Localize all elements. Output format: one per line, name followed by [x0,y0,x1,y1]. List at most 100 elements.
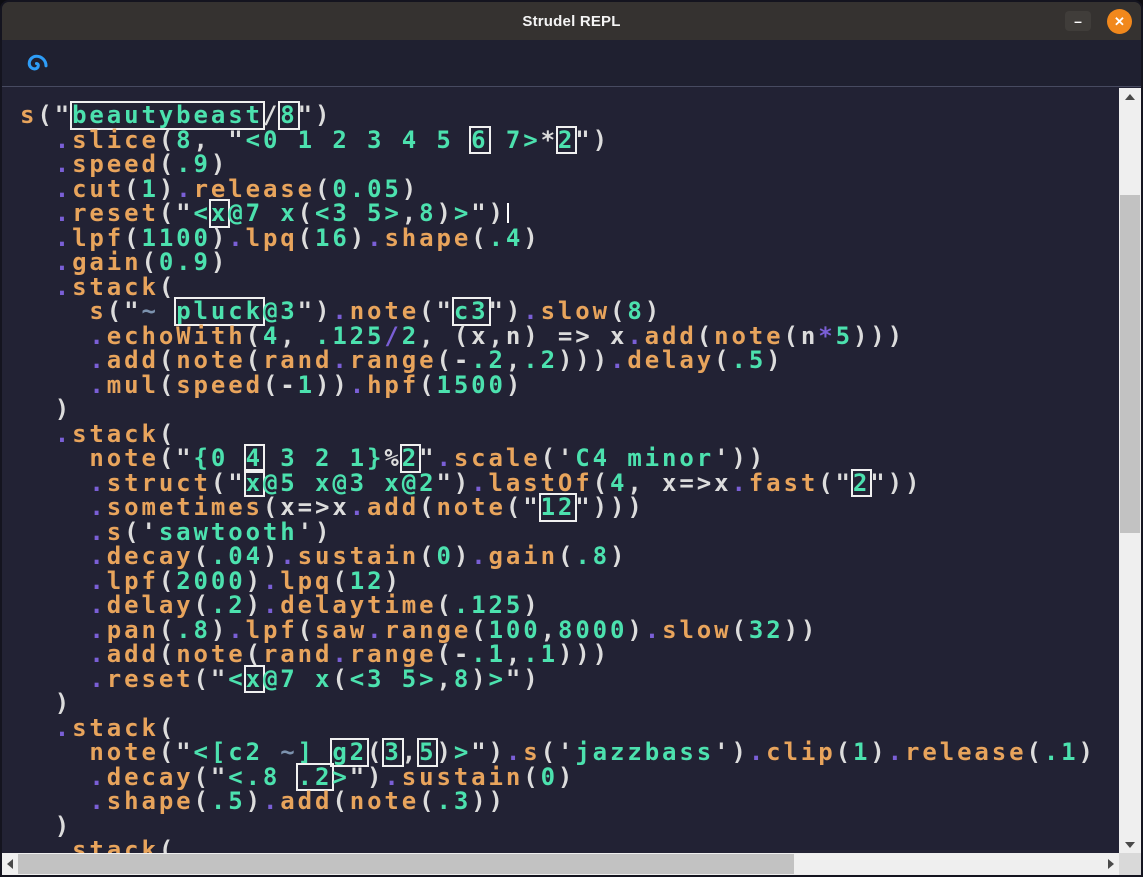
code-token: gain [489,542,558,570]
code-token: 0 [541,763,558,791]
code-line[interactable]: .lpf(2000).lpq(12) [20,569,1119,594]
code-token: .3 [436,787,471,815]
code-token: ) [766,346,783,374]
code-line[interactable]: .shape(.5).add(note(.3)) [20,789,1119,814]
code-line[interactable]: .decay("<.8 .2>").sustain(0) [20,765,1119,790]
code-token: n [801,322,818,350]
code-token: ') [714,738,749,766]
code-token: ( [558,542,575,570]
code-token: ) [558,763,575,791]
vertical-scroll-thumb[interactable] [1120,195,1140,533]
horizontal-scroll-thumb[interactable] [18,854,794,874]
code-line[interactable]: .speed(.9) [20,152,1119,177]
code-line[interactable]: ) [20,397,1119,422]
scroll-right-button[interactable] [1103,853,1119,875]
code-token: ") [506,665,541,693]
code-token: 1500 [436,371,505,399]
code-line[interactable]: .gain(0.9) [20,250,1119,275]
code-line[interactable]: .stack( [20,716,1119,741]
code-token: add [280,787,332,815]
code-line[interactable]: note("<[c2 ~] g2(3,5)>").s('jazzbass').c… [20,740,1119,765]
code-token: (" [818,469,853,497]
code-editor[interactable]: s("beautybeast/8") .slice(8, "<0 1 2 3 4… [2,88,1119,853]
code-token: clip [766,738,835,766]
code-token: ( [1026,738,1043,766]
code-line[interactable]: .sometimes(x=>x.add(note("12"))) [20,495,1119,520]
code-line[interactable]: .decay(.04).sustain(0).gain(.8) [20,544,1119,569]
scrollbar-corner [1119,853,1141,875]
code-line[interactable]: note("{0 4 3 2 1}%2".scale('C4 minor')) [20,446,1119,471]
code-line[interactable]: .add(note(rand.range(-.2,.2))).delay(.5) [20,348,1119,373]
horizontal-scrollbar[interactable] [2,853,1119,875]
code-token: ( [419,542,436,570]
minimize-button[interactable]: – [1065,11,1091,31]
code-line[interactable]: .slice(8, "<0 1 2 3 4 5 6 7>*2") [20,128,1119,153]
code-token: . [645,616,662,644]
code-token: ( [246,640,263,668]
code-token: ( [159,836,176,853]
code-token: note [436,493,505,521]
code-token: . [749,738,766,766]
code-token: note [350,787,419,815]
active-token: 4 [246,446,263,471]
code-token: ) [506,371,523,399]
up-arrow-icon [1125,94,1135,100]
code-line[interactable]: .cut(1).release(0.05) [20,177,1119,202]
code-token: .5 [211,787,246,815]
code-line[interactable]: .reset("<x@7 x(<3 5>,8)>") [20,667,1119,692]
scroll-left-button[interactable] [2,853,18,875]
code-line[interactable]: .struct("x@5 x@3 x@2").lastOf(4, x=>x.fa… [20,471,1119,496]
code-line[interactable]: .add(note(rand.range(-.1,.1))) [20,642,1119,667]
code-line[interactable]: .pan(.8).lpf(saw.range(100,8000).slow(32… [20,618,1119,643]
code-token: ] [298,738,333,766]
code-line[interactable]: .lpf(1100).lpq(16).shape(.4) [20,226,1119,251]
active-token: g2 [332,740,367,765]
vertical-scrollbar[interactable] [1119,88,1141,853]
text-cursor [507,203,509,223]
code-line[interactable]: .mul(speed(-1)).hpf(1500) [20,373,1119,398]
code-token: release [905,738,1026,766]
code-token: 32 [749,616,784,644]
code-token: ( [714,346,731,374]
code-line[interactable]: s("beautybeast/8") [20,103,1119,128]
code-token: * [541,126,558,154]
strudel-logo-icon[interactable] [22,49,51,78]
code-token: ( [298,224,315,252]
code-line[interactable]: .echoWith(4, .125/2, (x,n) => x.add(note… [20,324,1119,349]
code-token: . [228,224,245,252]
code-token: jazzbass [575,738,714,766]
code-token: . [89,787,106,815]
code-token: ( [332,787,349,815]
code-token: stack [72,836,159,853]
code-token: . [89,371,106,399]
down-arrow-icon [1125,842,1135,848]
code-line[interactable]: .stack( [20,422,1119,447]
code-line[interactable]: ) [20,691,1119,716]
code-line[interactable]: .stack( [20,275,1119,300]
code-line[interactable]: s("~ pluck@3").note("c3").slow(8) [20,299,1119,324]
code-line[interactable]: ) [20,814,1119,839]
code-token: .4 [489,224,524,252]
scroll-up-button[interactable] [1119,88,1141,105]
code-token: ( [332,665,349,693]
scroll-down-button[interactable] [1119,836,1141,853]
code-line[interactable]: .reset("<x@7 x(<3 5>,8)>") [20,201,1119,226]
code-token: delay [627,346,714,374]
code-token: .1 [1044,738,1079,766]
close-button[interactable]: ✕ [1107,9,1132,34]
code-line[interactable]: .delay(.2).delaytime(.125) [20,593,1119,618]
code-token: ) [471,665,488,693]
toolbar [2,40,1141,87]
code-token: .8 [575,542,610,570]
code-token: ) [627,616,644,644]
active-token: 3 [384,740,401,765]
active-token: x [211,201,228,226]
code-token: 1 [853,738,870,766]
code-token: < [228,665,245,693]
close-icon: ✕ [1114,14,1125,30]
code-token: ( [732,616,749,644]
code-line[interactable]: .s('sawtooth') [20,520,1119,545]
strudel-repl-window: Strudel REPL – ✕ s("beautybeast/8") .sli… [0,0,1143,877]
code-line[interactable]: .stack( [20,838,1119,853]
code-token: . [89,665,106,693]
